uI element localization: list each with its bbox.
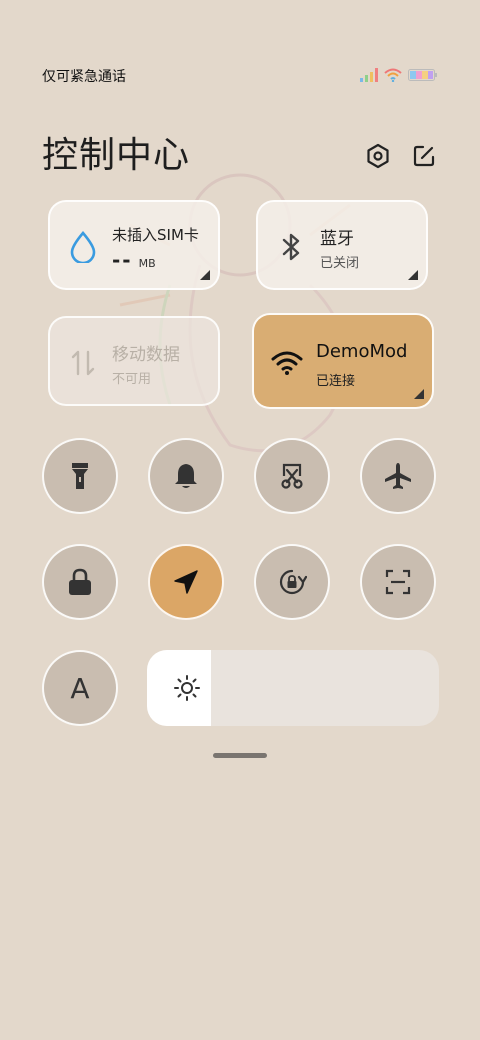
mobile-data-tile[interactable]: 移动数据 不可用 — [48, 316, 220, 406]
rotation-lock-toggle[interactable] — [254, 544, 330, 620]
data-usage-value: -- MB — [112, 248, 156, 272]
mobile-data-icon-wrap — [66, 346, 100, 380]
signal-icon — [360, 68, 378, 82]
font-size-toggle[interactable]: A — [42, 650, 118, 726]
wifi-tile[interactable]: DemoMod 已连接 — [252, 313, 434, 409]
data-usage-tile[interactable]: 未插入SIM卡 -- MB — [48, 200, 220, 290]
brightness-slider[interactable] — [147, 650, 439, 726]
mute-toggle[interactable] — [148, 438, 224, 514]
lock-icon — [69, 568, 91, 595]
screenshot-scissors-icon — [281, 463, 303, 489]
sim-status-label: 未插入SIM卡 — [112, 226, 199, 244]
flashlight-icon — [72, 463, 88, 489]
screenshot-toggle[interactable] — [254, 438, 330, 514]
edit-icon — [413, 145, 435, 167]
scanner-toggle[interactable] — [360, 544, 436, 620]
bell-icon — [175, 464, 197, 488]
expand-corner-icon — [200, 270, 210, 280]
wifi-status-icon — [384, 68, 402, 82]
font-size-letter: A — [70, 671, 90, 705]
rotation-lock-icon — [279, 569, 307, 595]
data-usage-unit: MB — [138, 257, 156, 270]
flashlight-toggle[interactable] — [42, 438, 118, 514]
drag-handle[interactable] — [213, 753, 267, 758]
edit-button[interactable] — [410, 142, 438, 170]
data-usage-number: -- — [112, 248, 133, 272]
scanner-icon — [385, 569, 411, 595]
battery-icon — [408, 69, 437, 81]
bluetooth-icon — [282, 233, 300, 261]
location-toggle[interactable] — [148, 544, 224, 620]
status-bar: 仅可紧急通话 — [42, 66, 438, 88]
brightness-sun-icon — [174, 675, 200, 701]
bluetooth-label: 蓝牙 — [320, 229, 354, 249]
mobile-data-arrows-icon — [71, 350, 95, 376]
wifi-status: 已连接 — [316, 374, 356, 389]
emergency-calls-only-text: 仅可紧急通话 — [42, 69, 126, 85]
wifi-icon — [271, 351, 303, 375]
bluetooth-status: 已关闭 — [320, 256, 360, 271]
location-icon — [174, 570, 198, 594]
mobile-data-label: 移动数据 — [112, 345, 180, 365]
wifi-network-name: DemoMod — [316, 341, 408, 362]
lock-screen-toggle[interactable] — [42, 544, 118, 620]
bluetooth-icon-wrap — [274, 230, 308, 264]
expand-corner-icon — [414, 389, 424, 399]
airplane-mode-toggle[interactable] — [360, 438, 436, 514]
status-icons — [360, 68, 438, 82]
water-drop-icon-wrap — [66, 230, 100, 264]
bluetooth-tile[interactable]: 蓝牙 已关闭 — [256, 200, 428, 290]
wifi-icon-wrap — [270, 346, 304, 380]
mobile-data-status: 不可用 — [112, 372, 152, 387]
airplane-icon — [385, 463, 411, 489]
expand-corner-icon — [408, 270, 418, 280]
water-drop-icon — [70, 231, 96, 263]
